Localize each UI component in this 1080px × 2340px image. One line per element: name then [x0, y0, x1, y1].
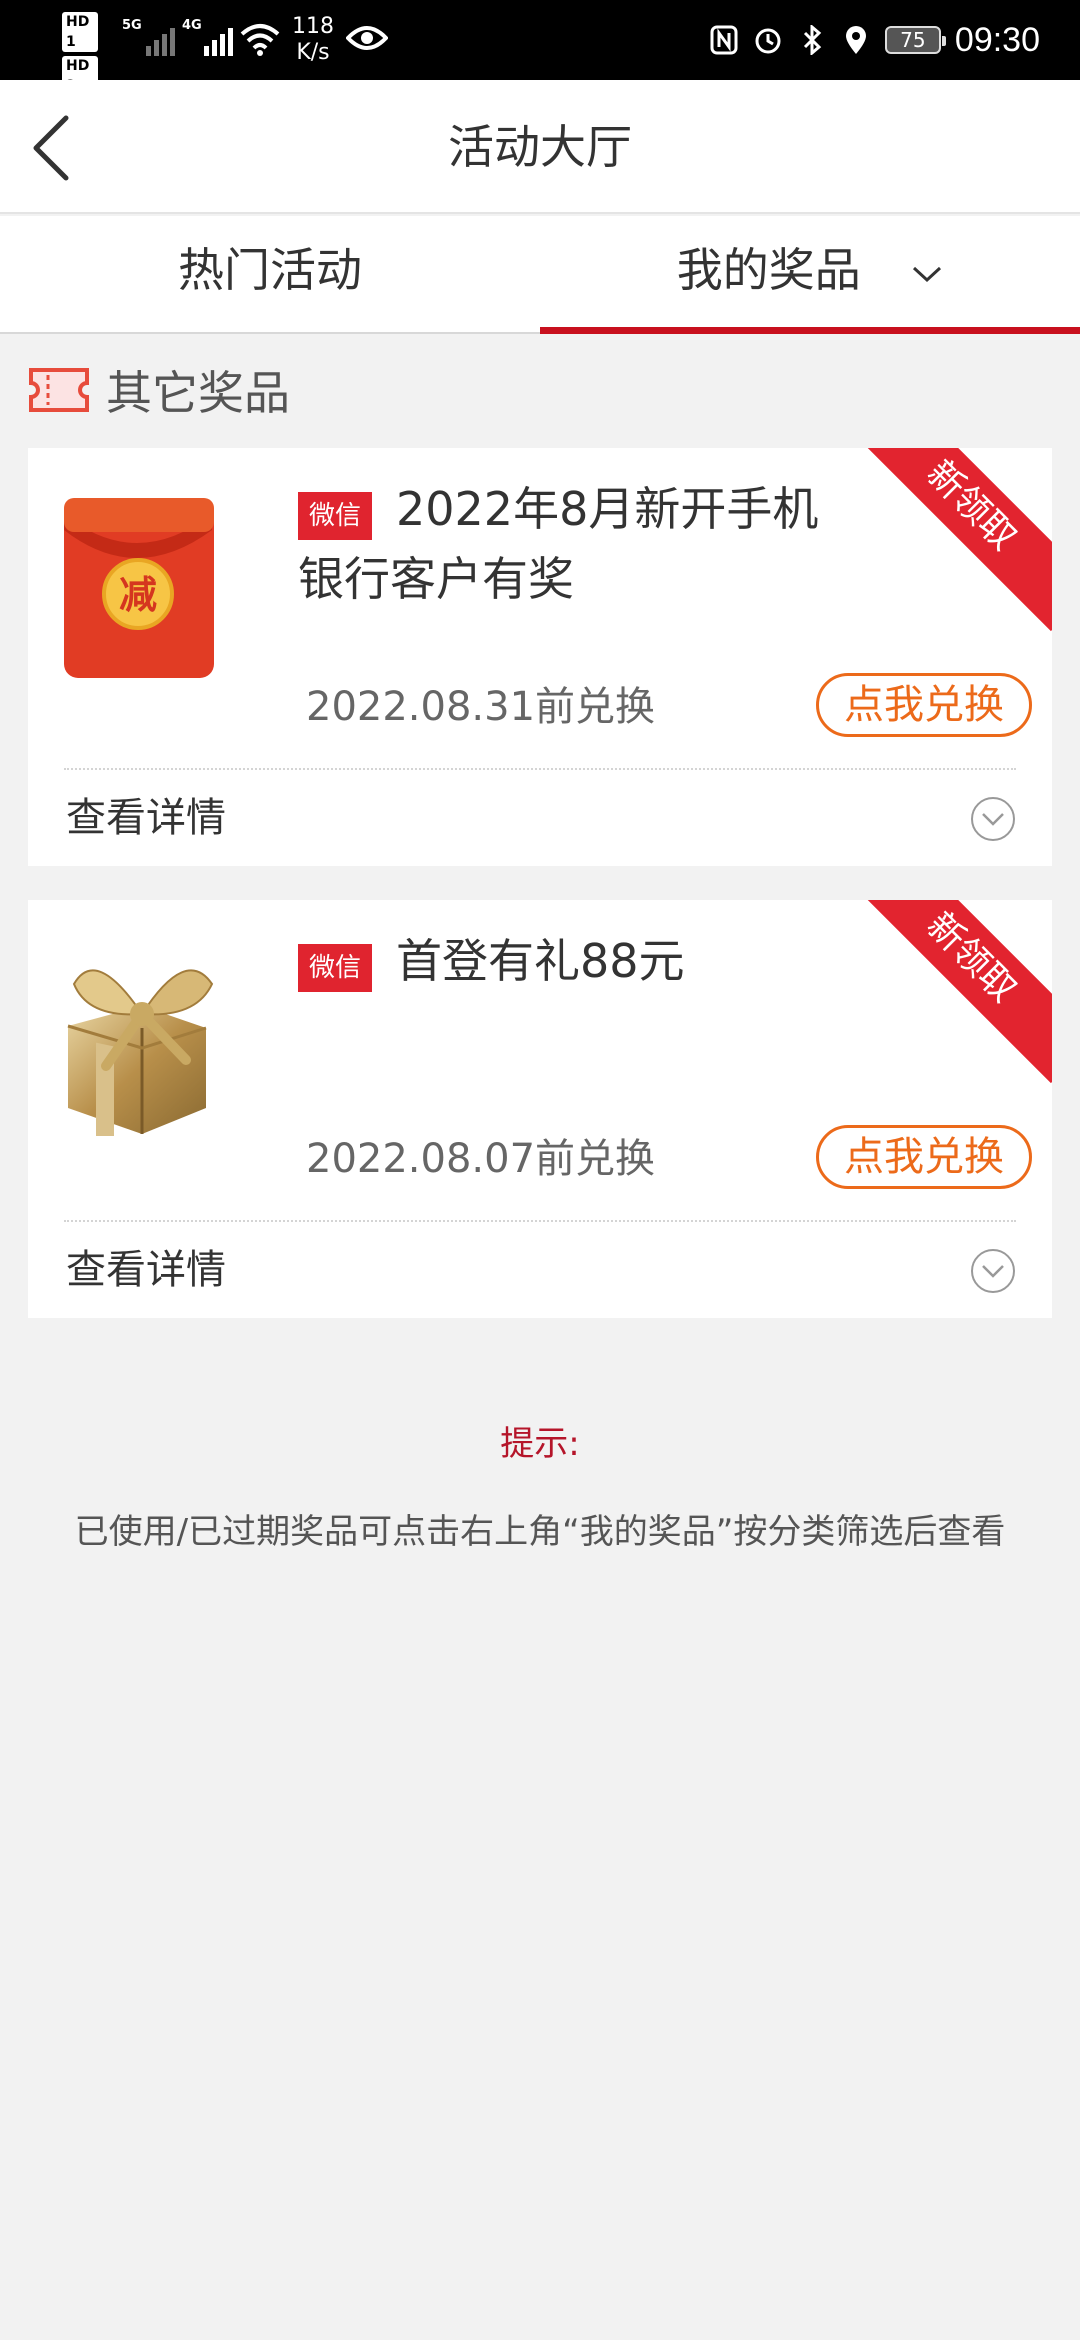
- divider: [64, 768, 1016, 770]
- wifi-icon: [240, 24, 280, 56]
- tip-text: 已使用/已过期奖品可点击右上角“我的奖品”按分类筛选后查看: [74, 1512, 1006, 1552]
- prize-card: 首登有礼88元 微信 2022.08.07前兑换 点我兑换 查看详情 新领取: [28, 900, 1052, 1318]
- nfc-icon: [709, 25, 739, 55]
- section-title: 其它奖品: [106, 366, 290, 420]
- network-speed: 118 K/s: [292, 14, 334, 66]
- new-ribbon: 新领取: [845, 448, 1052, 632]
- red-envelope-icon: 减: [64, 498, 214, 678]
- wechat-badge: 微信: [298, 944, 373, 992]
- prize-card: 减 2022年8月新开手机银行客户有奖 微信 2022.08.31前兑换 点我兑…: [28, 448, 1052, 866]
- signal-2-icon: [204, 22, 233, 56]
- tab-mine-label: 我的奖品: [676, 243, 861, 297]
- battery-indicator: 75: [884, 26, 946, 54]
- section-header: 其它奖品: [28, 360, 290, 420]
- wechat-badge: 微信: [298, 492, 373, 540]
- gift-box-icon: [67, 969, 214, 1136]
- eye-icon: [346, 26, 388, 50]
- envelope-label: 减: [119, 573, 157, 617]
- expand-chevron-icon[interactable]: [970, 1248, 1016, 1294]
- bluetooth-icon: [797, 25, 827, 55]
- view-details-link[interactable]: 查看详情: [66, 788, 226, 848]
- back-button[interactable]: [22, 110, 92, 186]
- clock: 09:30: [954, 20, 1040, 59]
- active-tab-indicator: [540, 327, 1080, 334]
- view-details-link[interactable]: 查看详情: [66, 1240, 226, 1300]
- network-4g-label: 4G: [182, 18, 202, 33]
- speed-unit: K/s: [296, 40, 330, 65]
- signal-1-icon: [146, 22, 175, 56]
- chevron-down-icon: [913, 266, 942, 282]
- speed-value: 118: [292, 14, 334, 39]
- ticket-icon: [29, 368, 89, 412]
- divider: [64, 1220, 1016, 1222]
- redeem-button[interactable]: 点我兑换: [816, 673, 1032, 737]
- prize-title: 首登有礼88元: [396, 934, 685, 988]
- app-header: 活动大厅: [0, 80, 1080, 214]
- tab-hot-label: 热门活动: [178, 243, 362, 297]
- hd1-label: HD 1: [62, 12, 98, 52]
- prize-title: 2022年8月新开手机银行客户有奖: [298, 482, 819, 606]
- redeem-button[interactable]: 点我兑换: [816, 1125, 1032, 1189]
- status-bar: HD 1 HD 2 5G 4G 118 K/s 75 09:3: [0, 0, 1080, 96]
- location-icon: [841, 25, 871, 55]
- tip-title: 提示:: [500, 1424, 580, 1464]
- new-ribbon: 新领取: [845, 900, 1052, 1084]
- prize-deadline: 2022.08.07前兑换: [306, 1136, 656, 1182]
- page-title: 活动大厅: [448, 120, 632, 174]
- alarm-icon: [753, 25, 783, 55]
- network-5g-label: 5G: [122, 18, 142, 33]
- tab-bar: 热门活动 我的奖品: [0, 216, 1080, 334]
- prize-deadline: 2022.08.31前兑换: [306, 684, 656, 730]
- expand-chevron-icon[interactable]: [970, 796, 1016, 842]
- tab-hot-activities[interactable]: 热门活动: [0, 216, 540, 334]
- tab-my-prizes[interactable]: 我的奖品: [540, 216, 1080, 334]
- status-right: 75 09:30: [709, 16, 1040, 64]
- back-arrow-icon: [33, 115, 69, 181]
